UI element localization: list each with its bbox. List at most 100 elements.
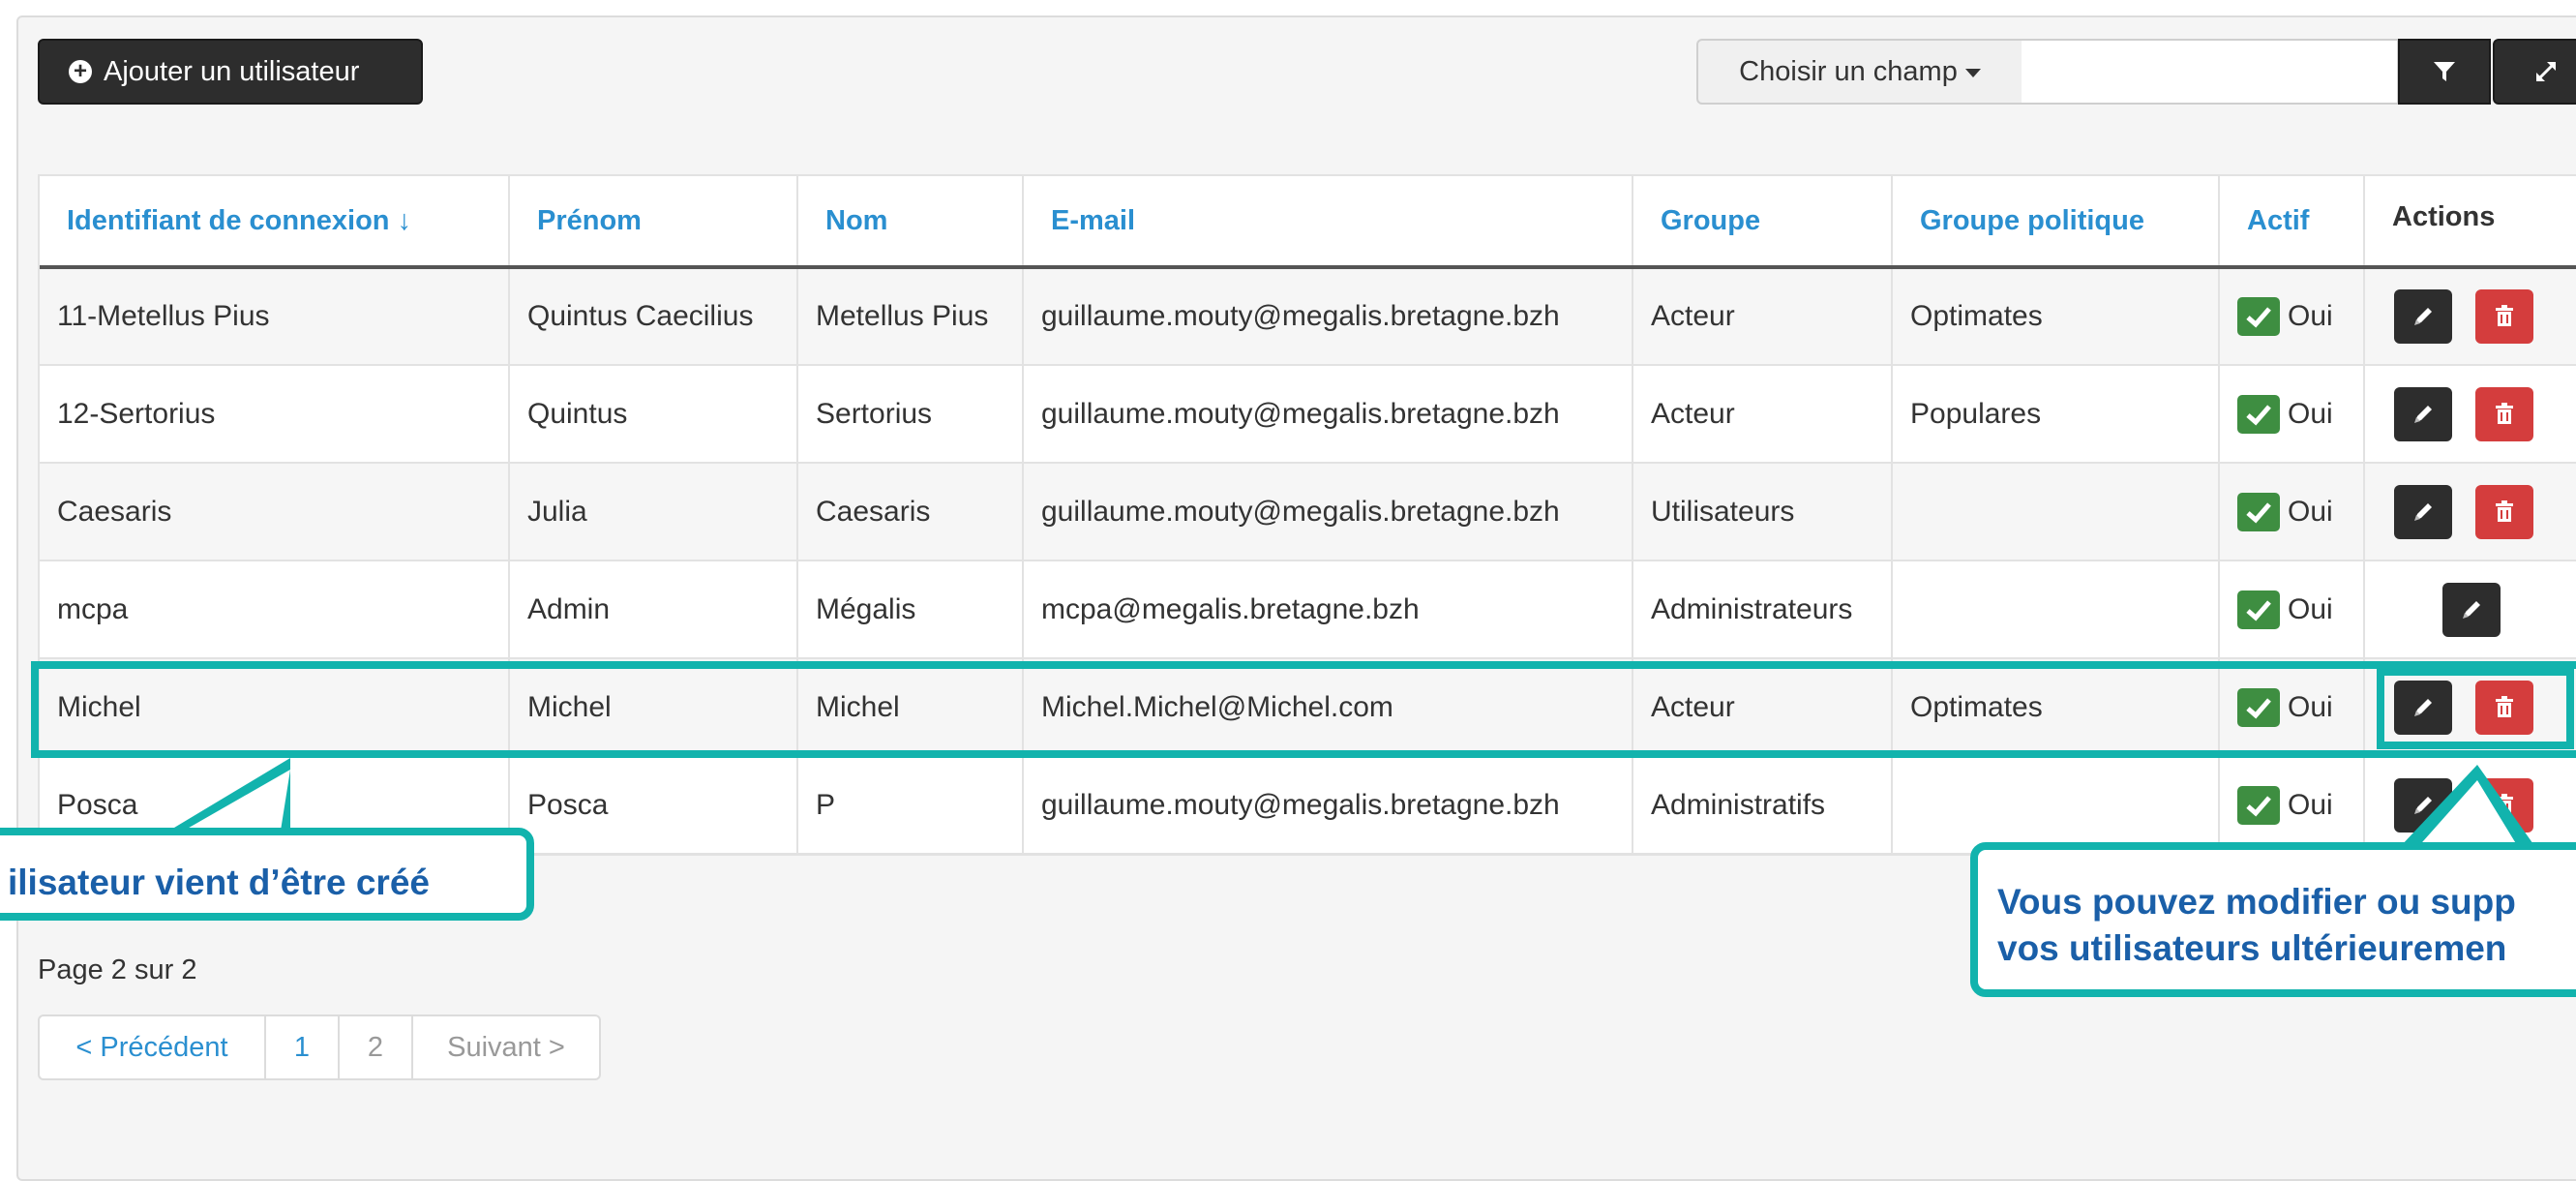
cell-email: guillaume.mouty@megalis.bretagne.bzh xyxy=(1023,463,1633,561)
pagination-next[interactable]: Suivant > xyxy=(413,1016,599,1078)
cell-email: guillaume.mouty@megalis.bretagne.bzh xyxy=(1023,267,1633,366)
header-email[interactable]: E-mail xyxy=(1023,176,1633,269)
modify-callout-line1: Vous pouvez modifier ou supp xyxy=(1997,882,2516,922)
active-label: Oui xyxy=(2288,690,2333,723)
created-user-callout-text: ilisateur vient d’être créé xyxy=(8,863,430,902)
search-input[interactable] xyxy=(2022,39,2399,105)
pencil-icon xyxy=(2414,308,2432,325)
table-row: 12-Sertorius Quintus Sertorius guillaume… xyxy=(40,365,2576,464)
header-active[interactable]: Actif xyxy=(2219,176,2365,269)
page-info: Page 2 sur 2 xyxy=(38,954,197,985)
pencil-icon xyxy=(2414,502,2432,521)
edit-button[interactable] xyxy=(2394,289,2452,344)
modify-callout-line2: vos utilisateurs ultérieuremen xyxy=(1997,928,2507,968)
edit-button[interactable] xyxy=(2394,386,2452,441)
delete-button[interactable] xyxy=(2475,484,2533,539)
header-political-group[interactable]: Groupe politique xyxy=(1892,176,2220,269)
edit-button[interactable] xyxy=(2442,582,2501,637)
edit-button[interactable] xyxy=(2394,777,2452,833)
pencil-icon xyxy=(2414,698,2432,716)
cell-group: Utilisateurs xyxy=(1632,463,1893,561)
field-select-label: Choisir un champ xyxy=(1739,55,1958,87)
pagination: < Précédent 1 2 Suivant > xyxy=(38,1014,601,1080)
add-user-button[interactable]: + Ajouter un utilisateur xyxy=(38,39,423,105)
pencil-icon xyxy=(2414,796,2432,814)
header-login[interactable]: Identifiant de connexion ↓ xyxy=(40,176,510,269)
cell-active: Oui xyxy=(2219,267,2365,366)
cell-firstname: Admin xyxy=(509,560,798,659)
active-label: Oui xyxy=(2288,788,2333,821)
trash-icon xyxy=(2496,500,2513,522)
check-icon xyxy=(2237,297,2280,336)
header-actions: Actions xyxy=(2364,176,2576,269)
check-icon xyxy=(2237,394,2280,434)
plus-circle-icon: + xyxy=(69,60,92,83)
cell-email: guillaume.mouty@megalis.bretagne.bzh xyxy=(1023,365,1633,464)
cell-email: Michel.Michel@Michel.com xyxy=(1023,658,1633,757)
delete-button[interactable] xyxy=(2475,680,2533,735)
active-label: Oui xyxy=(2288,495,2333,528)
edit-button[interactable] xyxy=(2394,484,2452,539)
cell-login: mcpa xyxy=(40,560,510,659)
field-select-dropdown[interactable]: Choisir un champ xyxy=(1696,39,2023,105)
header-group[interactable]: Groupe xyxy=(1632,176,1893,269)
cell-lastname: Caesaris xyxy=(797,463,1024,561)
modify-user-callout: Vous pouvez modifier ou supp vos utilisa… xyxy=(1970,842,2576,997)
filter-icon xyxy=(2434,62,2455,81)
cell-lastname: Metellus Pius xyxy=(797,267,1024,366)
cell-actions xyxy=(2364,658,2576,757)
expand-button[interactable] xyxy=(2493,39,2576,105)
expand-icon xyxy=(2535,61,2557,82)
cell-group: Administrateurs xyxy=(1632,560,1893,659)
cell-active: Oui xyxy=(2219,756,2365,855)
add-user-label: Ajouter un utilisateur xyxy=(104,55,360,87)
check-icon xyxy=(2237,492,2280,531)
cell-political-group: Populares xyxy=(1892,365,2220,464)
cell-firstname: Quintus xyxy=(509,365,798,464)
cell-lastname: Michel xyxy=(797,658,1024,757)
pagination-page-2[interactable]: 2 xyxy=(340,1016,413,1078)
table-header-row: Identifiant de connexion ↓ Prénom Nom E-… xyxy=(40,176,2576,269)
table-row: 11-Metellus Pius Quintus Caecilius Metel… xyxy=(40,267,2576,366)
cell-actions xyxy=(2364,463,2576,561)
cell-email: guillaume.mouty@megalis.bretagne.bzh xyxy=(1023,756,1633,855)
trash-icon xyxy=(2496,793,2513,815)
table-row: Caesaris Julia Caesaris guillaume.mouty@… xyxy=(40,463,2576,561)
edit-button[interactable] xyxy=(2394,680,2452,735)
filter-button[interactable] xyxy=(2398,39,2491,105)
cell-firstname: Michel xyxy=(509,658,798,757)
check-icon xyxy=(2237,687,2280,727)
delete-button[interactable] xyxy=(2475,777,2533,833)
cell-actions xyxy=(2364,267,2576,366)
pagination-previous[interactable]: < Précédent xyxy=(40,1016,266,1078)
header-firstname[interactable]: Prénom xyxy=(509,176,798,269)
check-icon xyxy=(2237,590,2280,629)
cell-login: Michel xyxy=(40,658,510,757)
cell-active: Oui xyxy=(2219,463,2365,561)
cell-active: Oui xyxy=(2219,365,2365,464)
caret-down-icon xyxy=(1964,69,1981,77)
cell-political-group: Optimates xyxy=(1892,658,2220,757)
delete-button[interactable] xyxy=(2475,289,2533,344)
active-label: Oui xyxy=(2288,300,2333,332)
cell-login: Caesaris xyxy=(40,463,510,561)
cell-lastname: Sertorius xyxy=(797,365,1024,464)
trash-icon xyxy=(2496,695,2513,717)
active-label: Oui xyxy=(2288,397,2333,430)
created-user-callout: ilisateur vient d’être créé xyxy=(0,828,534,921)
cell-political-group xyxy=(1892,560,2220,659)
cell-active: Oui xyxy=(2219,560,2365,659)
check-icon xyxy=(2237,785,2280,825)
cell-political-group: Optimates xyxy=(1892,267,2220,366)
cell-login: 11-Metellus Pius xyxy=(40,267,510,366)
cell-login: 12-Sertorius xyxy=(40,365,510,464)
delete-button[interactable] xyxy=(2475,386,2533,441)
header-lastname[interactable]: Nom xyxy=(797,176,1024,269)
cell-active: Oui xyxy=(2219,658,2365,757)
cell-actions xyxy=(2364,756,2576,855)
cell-firstname: Quintus Caecilius xyxy=(509,267,798,366)
cell-political-group xyxy=(1892,463,2220,561)
cell-actions xyxy=(2364,365,2576,464)
trash-icon xyxy=(2496,402,2513,424)
pagination-page-1[interactable]: 1 xyxy=(266,1016,340,1078)
